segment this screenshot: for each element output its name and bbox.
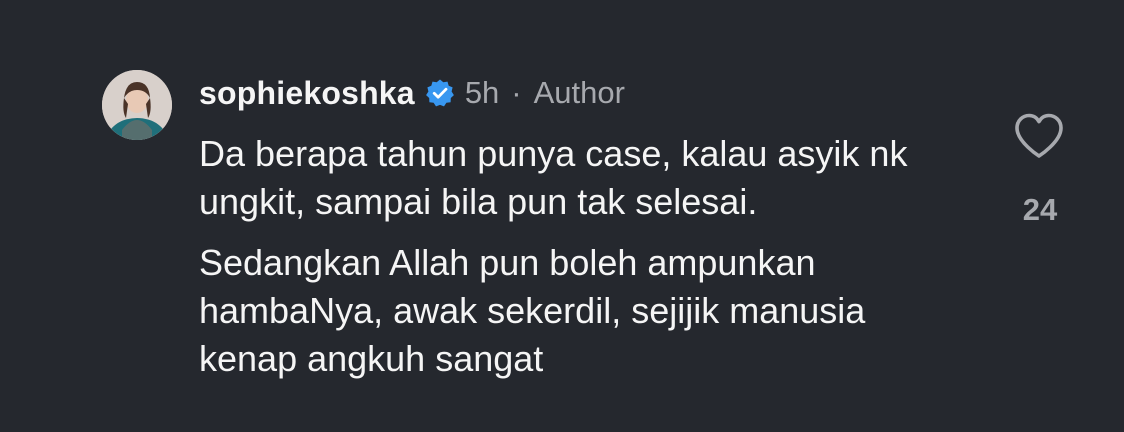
like-button[interactable] bbox=[1013, 112, 1065, 160]
comment-time: 5h bbox=[464, 75, 500, 110]
comment-paragraph: Sedangkan Allah pun boleh ampunkan hamba… bbox=[199, 242, 866, 379]
comment-body: Da berapa tahun punya case, kalau asyik … bbox=[199, 130, 959, 383]
comment-header: sophiekoshka 5h · Author bbox=[199, 70, 625, 116]
comment: sophiekoshka 5h · Author Da berapa tahun… bbox=[0, 0, 1124, 432]
meta-separator: · bbox=[511, 75, 522, 110]
heart-outline-icon bbox=[1015, 113, 1063, 158]
like-count: 24 bbox=[1022, 192, 1058, 227]
verified-badge-icon bbox=[425, 78, 455, 108]
author-label: Author bbox=[533, 75, 625, 110]
avatar[interactable] bbox=[102, 70, 172, 140]
comment-paragraph: Da berapa tahun punya case, kalau asyik … bbox=[199, 133, 908, 222]
username[interactable]: sophiekoshka bbox=[199, 75, 415, 112]
